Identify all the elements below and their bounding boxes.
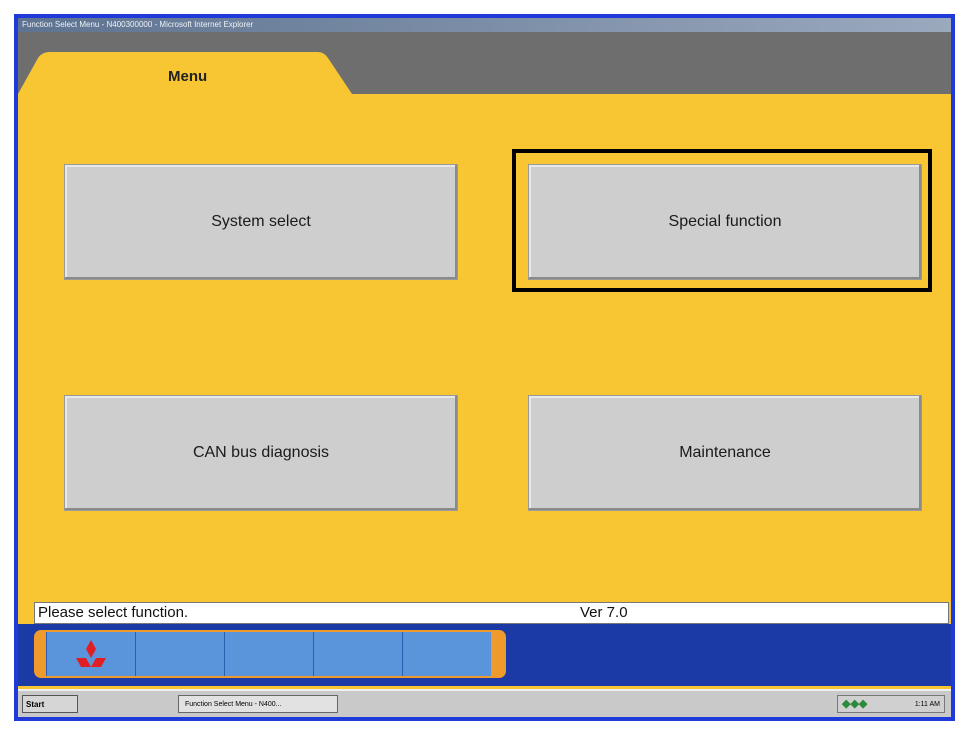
special-function-button[interactable]: Special function [528, 164, 922, 280]
menu-area: System select Special function CAN bus d… [18, 94, 951, 594]
start-label: Start [26, 700, 45, 709]
tab-menu[interactable]: Menu [168, 68, 207, 85]
status-bar: Please select function. Ver 7.0 [34, 602, 949, 624]
clock: 1:11 AM [914, 701, 940, 708]
tab-strip: Menu [18, 32, 951, 94]
taskbar: Start Function Select Menu - N400... ◆◆◆… [18, 689, 951, 717]
start-button[interactable]: Start [22, 695, 78, 713]
tab-shape [18, 52, 352, 94]
system-tray: ◆◆◆ 1:11 AM [837, 695, 945, 713]
version-label: Ver 7.0 [580, 604, 628, 621]
can-bus-diagnosis-button[interactable]: CAN bus diagnosis [64, 395, 458, 511]
function-key-4[interactable] [313, 632, 402, 676]
function-key-3[interactable] [224, 632, 313, 676]
system-select-button[interactable]: System select [64, 164, 458, 280]
status-message: Please select function. [38, 604, 189, 621]
function-key-2[interactable] [135, 632, 224, 676]
function-key-5[interactable] [402, 632, 491, 676]
tray-icons[interactable]: ◆◆◆ [842, 696, 867, 712]
brand-button[interactable] [46, 632, 135, 676]
function-button-strip [34, 630, 506, 678]
app-window: Function Select Menu - N400300000 - Micr… [14, 14, 955, 721]
maintenance-button[interactable]: Maintenance [528, 395, 922, 511]
bottom-toolbar [18, 624, 951, 686]
mitsubishi-logo-icon [76, 640, 106, 667]
taskbar-item[interactable]: Function Select Menu - N400... [178, 695, 338, 713]
window-title: Function Select Menu - N400300000 - Micr… [18, 18, 951, 32]
